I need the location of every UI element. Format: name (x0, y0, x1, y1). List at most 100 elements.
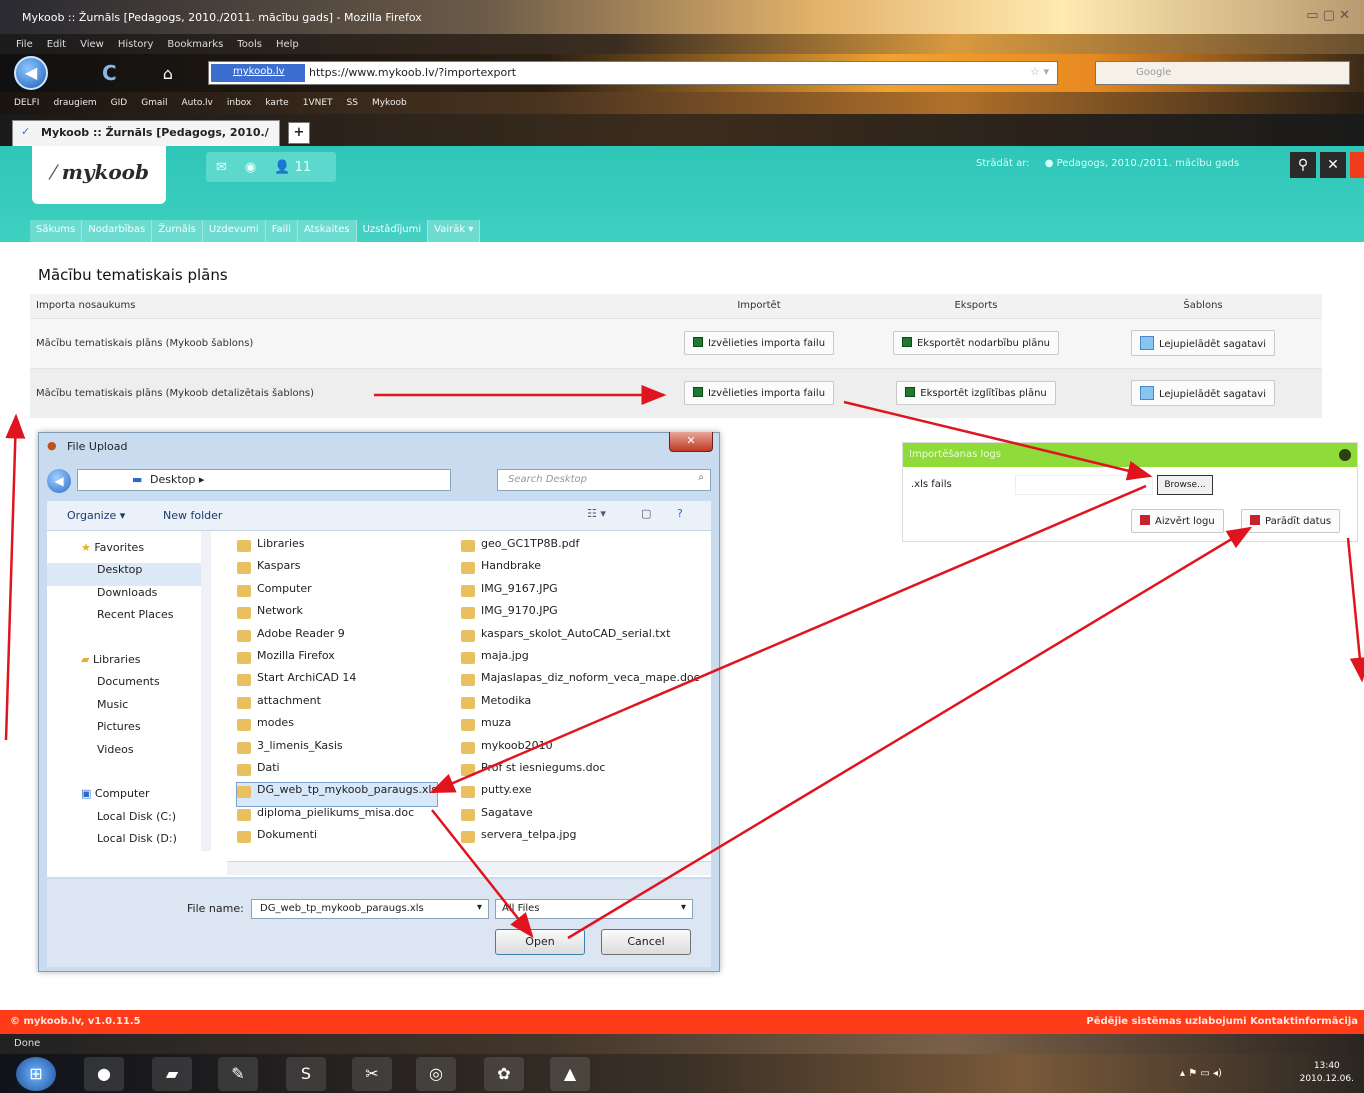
nav-pane-scrollbar[interactable] (201, 531, 211, 851)
nav-downloads[interactable]: Downloads (47, 586, 201, 608)
home-icon[interactable]: ⌂ (163, 64, 173, 83)
bookmark-star-icon[interactable]: ☆ ▾ (1030, 65, 1049, 78)
view-options-icon[interactable]: ☷ ▾ (587, 507, 606, 520)
bookmark-1vnet[interactable]: 1VNET (303, 98, 333, 108)
file-item[interactable]: Sagatave (461, 806, 700, 828)
file-item[interactable]: geo_GC1TP8B.pdf (461, 537, 700, 559)
nav-atskaites[interactable]: Atskaites (297, 220, 357, 242)
export-education-plan-button[interactable]: Eksportēt izglītības plānu (896, 381, 1056, 406)
nav-videos[interactable]: Videos (47, 743, 201, 765)
file-item[interactable]: 3_limenis_Kasis (237, 739, 437, 761)
location-pin-icon[interactable]: ⚲ (1290, 152, 1316, 178)
nav-local-disk-d[interactable]: Local Disk (D:) (47, 832, 201, 854)
file-item-selected[interactable]: DG_web_tp_mykoob_paraugs.xls (235, 782, 439, 807)
tab-mykoob[interactable]: ✓ Mykoob :: Žurnāls [Pedagogs, 2010./ (12, 120, 280, 146)
media-taskbar-icon[interactable]: ◎ (416, 1057, 456, 1091)
file-path-input[interactable] (1015, 475, 1153, 495)
file-item[interactable]: Majaslapas_diz_noform_veca_mape.doc (461, 671, 700, 693)
nav-nodarbibas[interactable]: Nodarbības (82, 220, 153, 242)
nav-uzdevumi[interactable]: Uzdevumi (202, 220, 266, 242)
nav-favorites[interactable]: ★ Favorites (47, 541, 201, 563)
nav-pictures[interactable]: Pictures (47, 720, 201, 742)
nav-libraries[interactable]: ▰ Libraries (47, 653, 201, 675)
open-button[interactable]: Open (495, 929, 585, 955)
menu-history[interactable]: History (118, 39, 154, 50)
window-controls[interactable]: ▭ ▢ ✕ (1306, 8, 1350, 23)
mail-icon[interactable]: ✉ (216, 160, 227, 175)
menu-view[interactable]: View (80, 39, 104, 50)
file-item[interactable]: Dati (237, 761, 437, 783)
globe-icon[interactable]: ◉ (245, 160, 256, 175)
bookmark-inbox[interactable]: inbox (227, 98, 251, 108)
export-lessons-plan-button[interactable]: Eksportēt nodarbību plānu (892, 331, 1060, 355)
bookmark-gmail[interactable]: Gmail (141, 98, 167, 108)
file-item[interactable]: modes (237, 716, 437, 738)
file-item[interactable]: attachment (237, 694, 437, 716)
file-item[interactable]: Start ArchiCAD 14 (237, 671, 437, 693)
nav-vairak[interactable]: Vairāk ▾ (428, 220, 481, 242)
paint-taskbar-icon[interactable]: ✎ (218, 1057, 258, 1091)
file-item[interactable]: Mozilla Firefox (237, 649, 437, 671)
bookmark-ss[interactable]: SS (347, 98, 358, 108)
skype-taskbar-icon[interactable]: S (286, 1057, 326, 1091)
help-icon[interactable]: ? (677, 507, 683, 520)
explorer-taskbar-icon[interactable]: ▰ (152, 1057, 192, 1091)
file-item[interactable]: Prof st iesniegums.doc (461, 761, 700, 783)
file-item[interactable]: maja.jpg (461, 649, 700, 671)
settings-tools-icon[interactable]: ✕ (1320, 152, 1346, 178)
file-item[interactable]: Computer (237, 582, 437, 604)
file-item[interactable]: Dokumenti (237, 828, 437, 850)
back-button[interactable]: ◀ (14, 56, 48, 90)
footer-links[interactable]: Pēdējie sistēmas uzlabojumi Kontaktinfor… (1086, 1016, 1358, 1027)
file-item[interactable]: Network (237, 604, 437, 626)
tray-icons[interactable]: ▴ ⚑ ▭ ◂) (1180, 1068, 1222, 1079)
file-item[interactable]: Handbrake (461, 559, 700, 581)
new-folder-button[interactable]: New folder (163, 509, 222, 522)
dialog-back-button[interactable]: ◀ (47, 469, 71, 493)
file-item[interactable]: Adobe Reader 9 (237, 627, 437, 649)
show-data-button[interactable]: Parādīt datus (1241, 509, 1341, 533)
taskbar-clock[interactable]: 13:40 2010.12.06. (1300, 1060, 1354, 1086)
file-item[interactable]: Libraries (237, 537, 437, 559)
nav-computer[interactable]: ▣ Computer (47, 787, 201, 809)
users-icon[interactable]: 👤 11 (274, 160, 311, 175)
menu-help[interactable]: Help (276, 39, 299, 50)
bookmark-delfi[interactable]: DELFI (14, 98, 39, 108)
nav-music[interactable]: Music (47, 698, 201, 720)
bookmark-draugiem[interactable]: draugiem (53, 98, 96, 108)
nav-uzstadijumi[interactable]: Uzstādījumi (356, 220, 429, 242)
file-type-select[interactable]: All Files ▾ (495, 899, 693, 919)
download-template-button[interactable]: Lejupielādēt sagatavi (1130, 330, 1275, 356)
file-item[interactable]: kaspars_skolot_AutoCAD_serial.txt (461, 627, 700, 649)
import-window-close-icon[interactable] (1339, 449, 1351, 461)
browse-button[interactable]: Browse... (1157, 475, 1213, 495)
chat-taskbar-icon[interactable]: ✿ (484, 1057, 524, 1091)
menu-bookmarks[interactable]: Bookmarks (167, 39, 223, 50)
search-icon[interactable]: ⌕ (1357, 64, 1363, 75)
nav-documents[interactable]: Documents (47, 675, 201, 697)
logout-icon[interactable] (1350, 152, 1364, 178)
tools-taskbar-icon[interactable]: ✂ (352, 1057, 392, 1091)
file-item[interactable]: IMG_9170.JPG (461, 604, 700, 626)
organize-button[interactable]: Organize ▾ (67, 509, 125, 522)
file-item[interactable]: mykoob2010 (461, 739, 700, 761)
work-as-selector[interactable]: Strādāt ar: ● Pedagogs, 2010./2011. mācī… (976, 158, 1239, 169)
file-item[interactable]: diploma_pielikums_misa.doc (237, 806, 437, 828)
file-item[interactable]: servera_telpa.jpg (461, 828, 700, 850)
menu-file[interactable]: File (16, 39, 33, 50)
nav-faili[interactable]: Faili (265, 220, 298, 242)
start-button[interactable]: ⊞ (16, 1057, 56, 1091)
nav-zurnals[interactable]: Žurnāls (152, 220, 203, 242)
bookmark-autolv[interactable]: Auto.lv (181, 98, 212, 108)
dialog-address-bar[interactable]: ▬ Desktop ▸ (77, 469, 451, 491)
dialog-close-button[interactable]: ✕ (669, 432, 713, 452)
url-bar[interactable]: mykoob.lv https://www.mykoob.lv/?importe… (208, 61, 1058, 85)
close-window-button[interactable]: Aizvērt logu (1131, 509, 1224, 533)
dialog-search-input[interactable]: Search Desktop ⌕ (497, 469, 711, 491)
choose-import-file-button-detailed[interactable]: Izvēlieties importa failu (683, 381, 835, 406)
menu-tools[interactable]: Tools (237, 39, 262, 50)
search-box[interactable]: Google ⌕ (1095, 61, 1363, 85)
file-list-horizontal-scrollbar[interactable] (227, 861, 711, 875)
chevron-down-icon[interactable]: ▾ (477, 902, 482, 913)
cancel-button[interactable]: Cancel (601, 929, 691, 955)
